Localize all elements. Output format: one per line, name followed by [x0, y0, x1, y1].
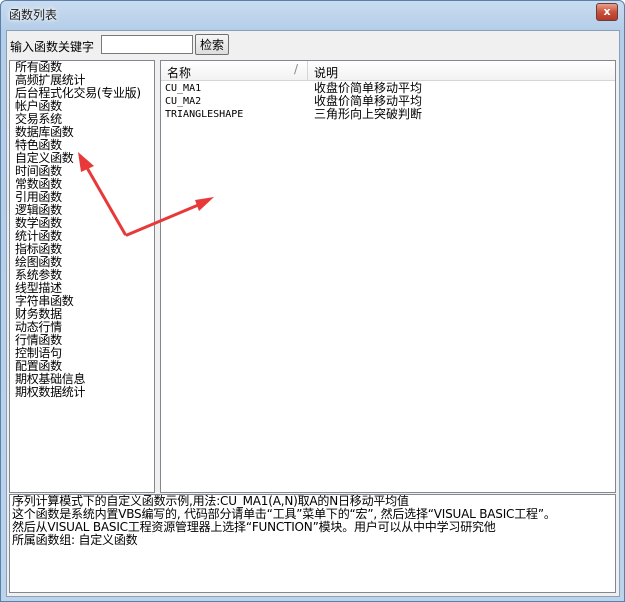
- window-title: 函数列表: [9, 8, 58, 22]
- search-input[interactable]: [101, 35, 193, 54]
- search-label: 输入函数关键字: [10, 40, 95, 54]
- function-rows: CU_MA1 收盘价简单移动平均 CU_MA2 收盘价简单移动平均 TRIANGLESH…: [161, 82, 615, 121]
- column-header-description[interactable]: 说明: [314, 64, 338, 81]
- function-row[interactable]: TRIANGLESHAPE 三角形向上突破判断: [161, 108, 615, 121]
- function-name: CU_MA1: [165, 83, 202, 94]
- category-item[interactable]: 期权数据统计: [10, 386, 154, 399]
- column-divider[interactable]: [307, 61, 308, 80]
- function-list-window: 函数列表 x 输入函数关键字 检索 所有函数 高频扩展统计 后台程式化交易(专业版)…: [0, 0, 625, 602]
- function-description-box: 序列计算模式下的自定义函数示例,用法:CU_MA1(A,N)取A的N日移动平均值…: [9, 494, 616, 593]
- column-header-name[interactable]: 名称: [167, 64, 191, 81]
- function-table[interactable]: 名称 / 说明 CU_MA1 收盘价简单移动平均 CU_MA2 收盘价简单移动平均 TR…: [160, 60, 616, 493]
- close-button[interactable]: x: [596, 3, 618, 21]
- dialog-body: 输入函数关键字 检索 所有函数 高频扩展统计 后台程式化交易(专业版) 帐户函数 交易系…: [6, 30, 620, 597]
- function-name: CU_MA2: [165, 96, 202, 107]
- search-button[interactable]: 检索: [195, 34, 229, 55]
- table-header: 名称 / 说明: [161, 61, 615, 81]
- category-list[interactable]: 所有函数 高频扩展统计 后台程式化交易(专业版) 帐户函数 交易系统 数据库函数 特色函数自…: [9, 60, 155, 493]
- column-separator: /: [294, 62, 299, 76]
- title-bar[interactable]: 函数列表 x: [1, 1, 624, 29]
- function-name: TRIANGLESHAPE: [165, 109, 244, 120]
- description-line: 所属函数组: 自定义函数: [12, 533, 138, 547]
- function-description: 三角形向上突破判断: [314, 107, 423, 121]
